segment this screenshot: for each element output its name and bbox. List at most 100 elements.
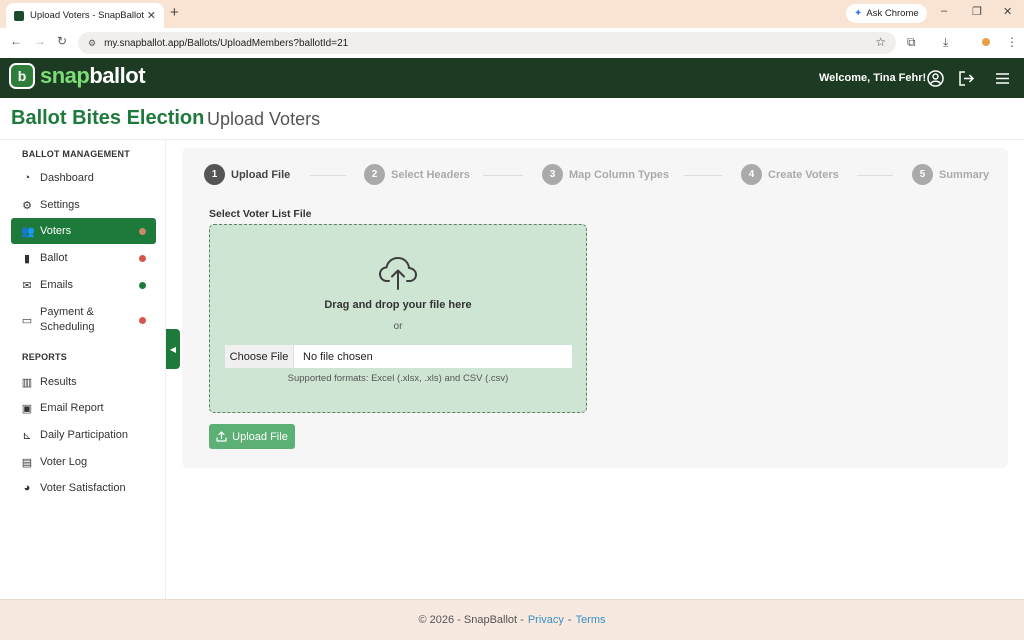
credit-card-icon: ▭ <box>21 314 33 327</box>
terms-link[interactable]: Terms <box>576 614 606 626</box>
section-ballot-management: BALLOT MANAGEMENT <box>22 149 130 159</box>
hamburger-menu-icon[interactable] <box>996 73 1009 84</box>
tab-title: Upload Voters - SnapBallot <box>30 10 145 21</box>
gear-icon: ⚙ <box>22 199 32 212</box>
profile-icon[interactable] <box>982 38 990 46</box>
voter-list-file-label: Select Voter List File <box>209 208 312 220</box>
footer-separator: - <box>567 614 572 626</box>
sparkle-icon: ✦ <box>854 8 863 19</box>
sidebar-item-label: Payment & Scheduling <box>40 306 95 333</box>
file-status: No file chosen <box>303 350 373 363</box>
user-account-icon[interactable] <box>927 70 944 87</box>
snapballot-favicon-icon <box>14 10 24 21</box>
ask-chrome-button[interactable]: ✦ Ask Chrome <box>846 4 927 23</box>
logo-text: snapballot <box>40 63 146 89</box>
step-number: 1 <box>204 164 225 185</box>
privacy-link[interactable]: Privacy <box>528 614 564 626</box>
users-icon: 👥 <box>21 225 35 238</box>
extensions-icon[interactable]: ⧉ <box>907 35 916 50</box>
sidebar-item-voter-satisfaction[interactable]: ◕ Voter Satisfaction <box>11 475 156 501</box>
site-settings-icon[interactable]: ⚙ <box>88 38 96 49</box>
status-dot <box>139 281 146 289</box>
dashboard-icon: ◔ <box>23 172 31 184</box>
sidebar-item-label: Ballot <box>40 251 68 264</box>
pie-chart-icon: ◕ <box>23 482 31 494</box>
sidebar-item-label: Voter Log <box>40 455 88 468</box>
sidebar-item-ballot[interactable]: ▮ Ballot <box>11 245 156 271</box>
step-upload-file: 1 Upload File <box>204 164 290 185</box>
sidebar-item-label: Daily Participation <box>40 428 129 441</box>
file-input[interactable]: Choose File No file chosen <box>225 345 572 368</box>
step-label: Map Column Types <box>569 168 670 181</box>
choose-file-button[interactable]: Choose File <box>225 345 294 368</box>
step-label: Create Voters <box>768 168 839 181</box>
step-number: 3 <box>542 164 563 185</box>
step-label: Summary <box>939 168 990 181</box>
file-dropzone[interactable] <box>209 224 587 413</box>
sidebar-collapse-handle[interactable]: ◀ <box>166 329 180 369</box>
sidebar-item-emails[interactable]: ✉ Emails <box>11 272 156 298</box>
caret-left-icon: ◀ <box>169 344 177 354</box>
step-summary: 5 Summary <box>912 164 989 185</box>
snapballot-logo[interactable]: b snapballot <box>9 63 146 89</box>
tab-close-icon[interactable]: ✕ <box>147 9 156 22</box>
chrome-menu-icon[interactable]: ⋮ <box>1006 35 1018 49</box>
url-text: my.snapballot.app/Ballots/UploadMembers?… <box>104 37 349 49</box>
browser-tabbar: Upload Voters - SnapBallot ✕ + ✦ Ask Chr… <box>0 0 1024 28</box>
sidebar-item-dashboard[interactable]: ◔ Dashboard <box>11 165 156 191</box>
line-chart-icon: ⊾ <box>22 429 32 442</box>
logout-icon[interactable] <box>958 71 975 86</box>
step-label: Select Headers <box>391 168 470 181</box>
page-title: Ballot Bites Election <box>11 107 205 129</box>
browser-tab[interactable]: Upload Voters - SnapBallot ✕ <box>6 3 164 28</box>
page-subtitle: Upload Voters <box>207 109 321 129</box>
sidebar-item-label: Dashboard <box>40 171 94 184</box>
cloud-upload-icon <box>379 257 417 290</box>
sidebar-item-label: Email Report <box>40 401 104 414</box>
sidebar-item-label: Emails <box>40 278 74 291</box>
sidebar-item-daily-participation[interactable]: ⊾ Daily Participation <box>11 422 156 448</box>
sidebar-item-payment-scheduling[interactable]: ▭ Payment & Scheduling <box>11 303 156 337</box>
step-number: 5 <box>912 164 933 185</box>
upload-button-label: Upload File <box>232 430 288 443</box>
step-connector <box>310 175 346 176</box>
status-dot <box>139 316 146 324</box>
sidebar-item-voter-log[interactable]: ▤ Voter Log <box>11 449 156 475</box>
bookmark-star-icon[interactable]: ☆ <box>875 35 886 49</box>
logo-text-snap: snap <box>40 63 90 88</box>
upload-file-button[interactable]: Upload File <box>209 424 295 449</box>
sidebar-item-settings[interactable]: ⚙ Settings <box>11 192 156 218</box>
reload-icon[interactable]: ↻ <box>57 34 67 48</box>
clipboard-icon: ▤ <box>21 456 33 469</box>
sidebar-item-label: Settings <box>40 198 80 211</box>
logo-text-ballot: ballot <box>89 63 146 88</box>
ballot-icon: ▮ <box>23 252 31 265</box>
step-label: Upload File <box>231 168 291 181</box>
sidebar-item-label: Results <box>40 375 77 388</box>
step-connector <box>483 175 523 176</box>
logo-mark-icon: b <box>9 63 35 89</box>
supported-formats-note: Supported formats: Excel (.xlsx, .xls) a… <box>287 373 509 384</box>
status-dot <box>139 227 146 235</box>
step-create-voters: 4 Create Voters <box>741 164 839 185</box>
step-number: 4 <box>741 164 762 185</box>
inbox-icon: ▣ <box>21 402 33 415</box>
close-window-button[interactable]: ✕ <box>1003 5 1012 18</box>
forward-icon[interactable]: → <box>34 34 46 48</box>
upload-icon <box>216 431 227 442</box>
new-tab-button[interactable]: + <box>170 4 179 21</box>
drop-instruction: Drag and drop your file here <box>324 299 472 311</box>
footer: © 2026 - SnapBallot - Privacy - Terms <box>0 599 1024 640</box>
restore-button[interactable]: ❐ <box>972 5 982 18</box>
ask-chrome-label: Ask Chrome <box>866 8 919 19</box>
back-icon[interactable]: ← <box>10 34 22 48</box>
address-bar[interactable]: ⚙ my.snapballot.app/Ballots/UploadMember… <box>78 32 896 54</box>
or-separator: or <box>393 321 403 332</box>
sidebar-item-results[interactable]: ▥ Results <box>11 369 156 395</box>
minimize-button[interactable]: – <box>941 5 947 17</box>
download-icon[interactable]: ⤓ <box>943 35 948 50</box>
sidebar-item-voters[interactable]: 👥 Voters <box>11 218 156 244</box>
sidebar-item-email-report[interactable]: ▣ Email Report <box>11 395 156 421</box>
footer-copyright: © 2026 - SnapBallot - <box>418 614 524 626</box>
bar-chart-icon: ▥ <box>21 376 33 389</box>
